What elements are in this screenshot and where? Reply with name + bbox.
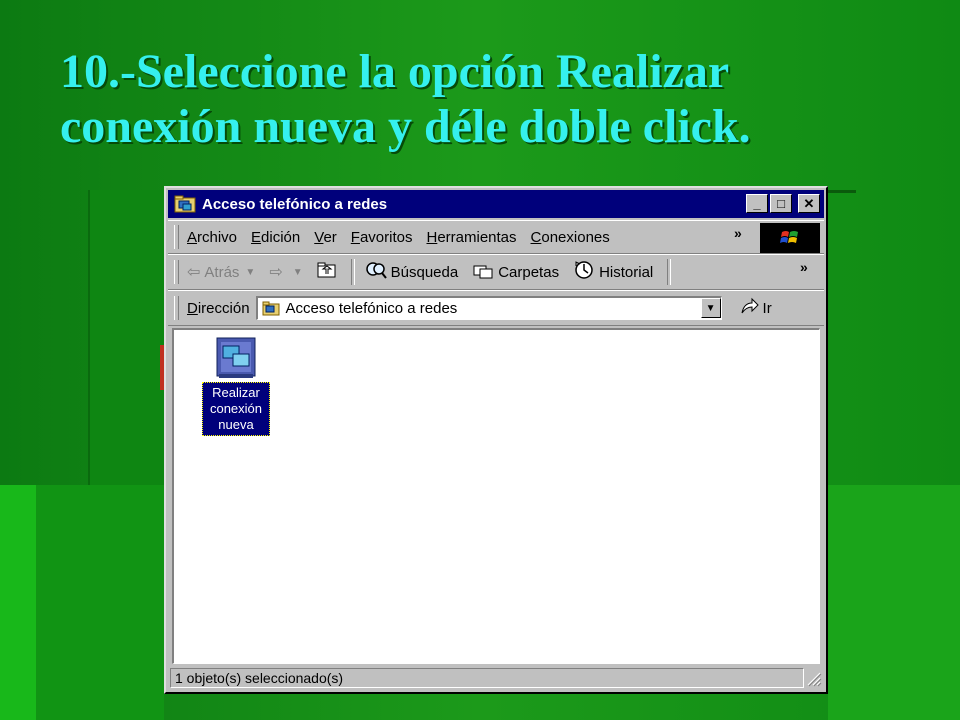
slide-title: 10.-Seleccione la opción Realizar conexi… [60, 44, 940, 154]
menu-conexiones[interactable]: Conexiones [531, 229, 610, 246]
toolbar-separator [667, 259, 672, 285]
toolbar-separator [350, 259, 355, 285]
close-button[interactable]: ✕ [798, 194, 820, 213]
folders-icon [472, 261, 494, 284]
address-value: Acceso telefónico a redes [285, 300, 458, 317]
menu-bar: Archivo Edición Ver Favoritos Herramient… [168, 220, 824, 254]
folders-label: Carpetas [498, 263, 560, 281]
menu-archivo[interactable]: Archivo [187, 229, 237, 246]
slide-title-line1: 10.-Seleccione la opción Realizar [60, 45, 730, 98]
windows-logo-icon [760, 223, 820, 253]
menu-edicion[interactable]: Edición [251, 229, 300, 246]
folders-button[interactable]: Carpetas [472, 261, 559, 284]
minimize-icon: _ [753, 196, 761, 211]
slide-title-line2: conexión nueva y déle doble click. [60, 100, 751, 153]
history-label: Historial [599, 263, 654, 281]
address-bar: Dirección Acceso telefónico a redes ▼ Ir [168, 290, 824, 326]
address-input[interactable]: Acceso telefónico a redes ▼ [255, 296, 722, 320]
dialup-folder-icon [262, 301, 280, 316]
menu-favoritos[interactable]: Favoritos [351, 229, 413, 246]
close-icon: ✕ [803, 195, 815, 211]
new-connection-icon [213, 336, 259, 380]
go-button[interactable]: Ir [740, 297, 772, 319]
back-dropdown-icon[interactable]: ▼ [245, 267, 255, 278]
title-bar[interactable]: Acceso telefónico a redes _ □ ✕ [168, 190, 824, 218]
explorer-window: Acceso telefónico a redes _ □ ✕ Archivo … [164, 186, 828, 694]
go-label: Ir [762, 299, 772, 317]
search-icon [365, 261, 387, 284]
minimize-button[interactable]: _ [746, 194, 768, 213]
status-bar: 1 objeto(s) seleccionado(s) [170, 666, 822, 690]
toolbar-grip[interactable] [174, 260, 179, 284]
back-button[interactable]: ⇦ Atrás ▼ [187, 262, 255, 282]
background-band [828, 485, 960, 720]
search-button[interactable]: Búsqueda [365, 261, 459, 284]
item-label: Realizar conexión nueva [202, 382, 270, 436]
resize-grip-icon[interactable] [804, 669, 822, 687]
history-button[interactable]: Historial [573, 260, 653, 285]
status-text: 1 objeto(s) seleccionado(s) [170, 668, 804, 688]
background-band [36, 485, 164, 720]
forward-button[interactable]: ⇨ ▼ [269, 262, 302, 282]
forward-arrow-icon: ⇨ [269, 264, 283, 281]
standard-toolbar: ⇦ Atrás ▼ ⇨ ▼ Búsqueda Carpetas Historia… [168, 254, 824, 290]
history-icon [573, 260, 595, 285]
folder-content-area[interactable]: Realizar conexión nueva [172, 328, 820, 664]
menu-herramientas[interactable]: Herramientas [426, 229, 516, 246]
forward-dropdown-icon[interactable]: ▼ [293, 267, 303, 278]
maximize-icon: □ [777, 196, 785, 211]
maximize-button[interactable]: □ [770, 194, 792, 213]
back-arrow-icon: ⇦ [187, 264, 201, 281]
up-folder-icon [317, 262, 337, 282]
menu-grip[interactable] [174, 225, 179, 249]
address-dropdown-button[interactable]: ▼ [700, 298, 721, 318]
go-arrow-icon [740, 297, 760, 319]
address-label: Dirección [187, 299, 250, 317]
dialup-folder-icon [174, 195, 196, 213]
up-folder-button[interactable] [317, 262, 337, 282]
chevron-down-icon: ▼ [705, 302, 716, 314]
menu-more-chevron-icon[interactable]: » [734, 225, 742, 241]
back-label: Atrás [204, 263, 240, 281]
window-title: Acceso telefónico a redes [202, 195, 388, 213]
menu-ver[interactable]: Ver [314, 229, 337, 246]
search-label: Búsqueda [390, 263, 459, 281]
toolbar-more-chevron-icon[interactable]: » [800, 259, 808, 275]
make-new-connection-item[interactable]: Realizar conexión nueva [196, 336, 276, 436]
background-band [0, 485, 36, 720]
address-grip[interactable] [174, 296, 179, 320]
background-strip [88, 190, 166, 485]
